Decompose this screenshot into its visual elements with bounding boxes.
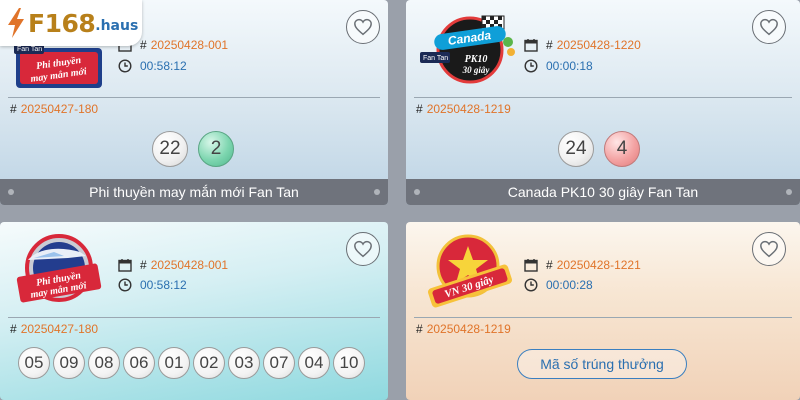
countdown-timer: 00:58:12 [140, 278, 187, 292]
divider [414, 317, 792, 318]
hash-symbol: # [546, 38, 553, 52]
game-title-bar[interactable]: Phi thuyền may mắn mới Fan Tan [0, 179, 388, 205]
lottery-card-phi-thuyen[interactable]: Phi thuyền may mắn mới # 20250428-001 00… [0, 222, 388, 400]
result-number-6: 02 [193, 347, 225, 379]
previous-draw-id: 20250428-1219 [426, 322, 511, 336]
result-number-4: 06 [123, 347, 155, 379]
current-draw-id: 20250428-001 [150, 38, 229, 52]
previous-draw-row: #20250428-1219 [416, 322, 511, 336]
winning-code-button[interactable]: Mã số trúng thưởng [517, 349, 687, 379]
calendar-icon [118, 259, 132, 272]
footer-dot-left [414, 189, 420, 195]
current-draw-row: # 20250428-1221 [524, 258, 641, 272]
favorite-button[interactable] [346, 10, 380, 44]
current-draw-id: 20250428-1220 [556, 38, 641, 52]
countdown-timer: 00:00:28 [546, 278, 593, 292]
brand-domain: .haus [95, 18, 139, 34]
favorite-button[interactable] [752, 232, 786, 266]
divider [414, 97, 792, 98]
clock-icon [118, 278, 132, 292]
result-ball-sum: 24 [558, 131, 594, 167]
result-number-10: 10 [333, 347, 365, 379]
calendar-icon [524, 39, 538, 52]
heart-outline-icon [354, 240, 372, 258]
previous-draw-id: 20250428-1219 [426, 102, 511, 116]
brand-name: F168 [28, 8, 96, 38]
result-number-1: 05 [18, 347, 50, 379]
logo-text-pk10: PK10 [465, 54, 488, 65]
hash-symbol: # [416, 322, 423, 336]
game-title: Canada PK10 30 giây Fan Tan [507, 184, 699, 200]
footer-dot-right [374, 189, 380, 195]
hash-symbol: # [10, 102, 17, 116]
logo-text-30s: 30 giây [462, 65, 491, 75]
game-logo-canada-pk10: Canada Fan Tan PK10 30 giây [418, 12, 522, 84]
hash-symbol: # [416, 102, 423, 116]
hash-symbol: # [10, 322, 17, 336]
brand-logo[interactable]: F168 .haus [0, 0, 142, 46]
countdown-timer: 00:00:18 [546, 59, 593, 73]
result-ball-sum: 22 [152, 131, 188, 167]
current-draw-row: # 20250428-001 [118, 258, 228, 272]
result-ball-fantan: 4 [604, 131, 640, 167]
current-draw-id: 20250428-1221 [556, 258, 641, 272]
countdown-row: 00:00:28 [524, 278, 593, 292]
previous-draw-row: #20250427-180 [10, 102, 98, 116]
clock-icon [524, 59, 538, 73]
countdown-timer: 00:58:12 [140, 59, 187, 73]
logo-text-fantan: Fan Tan [17, 46, 42, 53]
hash-symbol: # [546, 258, 553, 272]
hash-symbol: # [140, 258, 147, 272]
divider [8, 317, 380, 318]
previous-draw-row: #20250428-1219 [416, 102, 511, 116]
game-logo-phi-thuyen: Phi thuyền may mắn mới [14, 234, 104, 306]
hash-symbol: # [140, 38, 147, 52]
game-title-bar[interactable]: Canada PK10 30 giây Fan Tan [406, 179, 800, 205]
previous-draw-row: #20250427-180 [10, 322, 98, 336]
result-number-7: 03 [228, 347, 260, 379]
calendar-icon [524, 259, 538, 272]
game-logo-vn-30s: VN 30 giây [420, 230, 520, 310]
game-title: Phi thuyền may mắn mới Fan Tan [89, 184, 299, 200]
favorite-button[interactable] [346, 232, 380, 266]
result-number-9: 04 [298, 347, 330, 379]
heart-outline-icon [760, 240, 778, 258]
logo-text-fantan: Fan Tan [423, 55, 448, 62]
previous-draw-id: 20250427-180 [20, 102, 99, 116]
countdown-row: 00:00:18 [524, 59, 593, 73]
lottery-card-vn-30s[interactable]: VN 30 giây # 20250428-1221 00:00:28 #202… [406, 222, 800, 400]
current-draw-id: 20250428-001 [150, 258, 229, 272]
footer-dot-left [8, 189, 14, 195]
footer-dot-right [786, 189, 792, 195]
lottery-card-canada-pk10-fantan[interactable]: Canada Fan Tan PK10 30 giây # 20250428-1… [406, 0, 800, 205]
countdown-row: 00:58:12 [118, 59, 187, 73]
divider [8, 97, 380, 98]
result-number-8: 07 [263, 347, 295, 379]
current-draw-row: # 20250428-1220 [524, 38, 641, 52]
favorite-button[interactable] [752, 10, 786, 44]
result-number-2: 09 [53, 347, 85, 379]
heart-outline-icon [760, 18, 778, 36]
previous-draw-id: 20250427-180 [20, 322, 99, 336]
clock-icon [524, 278, 538, 292]
lightning-icon [8, 8, 24, 38]
result-number-5: 01 [158, 347, 190, 379]
heart-outline-icon [354, 18, 372, 36]
result-ball-fantan: 2 [198, 131, 234, 167]
result-number-3: 08 [88, 347, 120, 379]
countdown-row: 00:58:12 [118, 278, 187, 292]
clock-icon [118, 59, 132, 73]
